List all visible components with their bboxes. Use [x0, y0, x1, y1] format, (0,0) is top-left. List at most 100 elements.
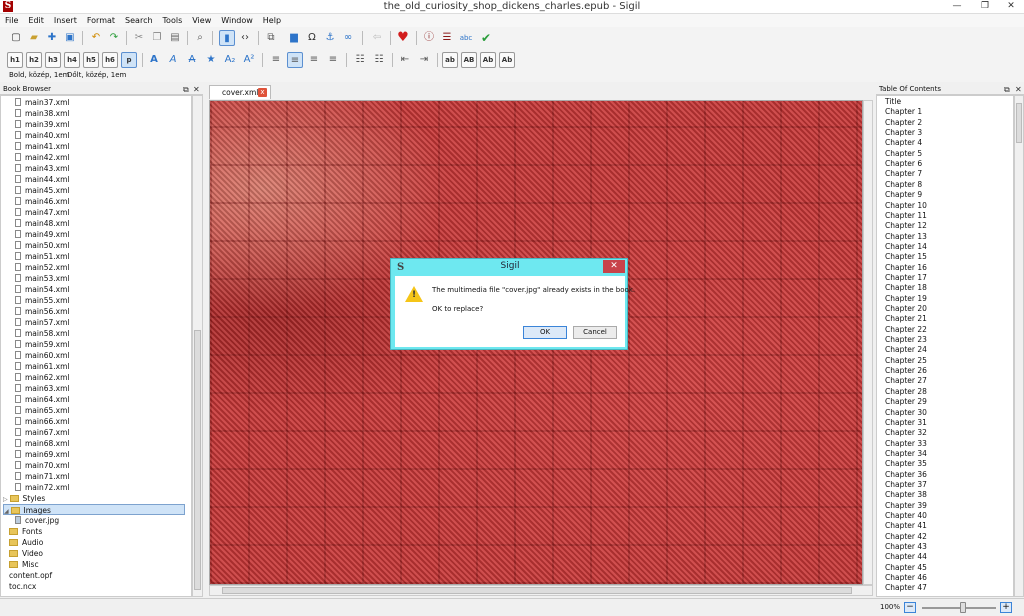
toc-item[interactable]: Chapter 40 — [885, 511, 927, 521]
toc-edit-icon[interactable]: ☰ — [439, 30, 455, 46]
align-left-icon[interactable]: ≡ — [268, 52, 284, 68]
file-row[interactable]: main41.xml — [15, 141, 70, 152]
folder-images[interactable]: ◢ Images — [3, 504, 185, 515]
minimize-button[interactable]: — — [944, 0, 970, 12]
file-row[interactable]: main63.xml — [15, 383, 70, 394]
toc-item[interactable]: Chapter 11 — [885, 211, 927, 221]
folder-styles[interactable]: ▷ Styles — [3, 493, 45, 504]
indent-icon[interactable]: ⇥ — [416, 52, 432, 68]
toc-item[interactable]: Chapter 25 — [885, 356, 927, 366]
close-window-button[interactable]: ✕ — [998, 0, 1024, 12]
file-row[interactable]: main43.xml — [15, 163, 70, 174]
toc-item[interactable]: Chapter 43 — [885, 542, 927, 552]
file-row[interactable]: main58.xml — [15, 328, 70, 339]
toc-item[interactable]: Chapter 33 — [885, 439, 927, 449]
undo-icon[interactable]: ↶ — [88, 30, 104, 46]
menu-file[interactable]: File — [0, 14, 23, 27]
toc-item[interactable]: Chapter 7 — [885, 169, 922, 179]
folder-audio[interactable]: Audio — [9, 537, 43, 548]
capitalize-button[interactable]: Ab — [499, 52, 515, 68]
align-center-icon[interactable]: ≡ — [287, 52, 303, 68]
star-icon[interactable]: ★ — [203, 52, 219, 68]
file-row[interactable]: main51.xml — [15, 251, 70, 262]
toc-item[interactable]: Chapter 14 — [885, 242, 927, 252]
toc-item[interactable]: Chapter 18 — [885, 283, 927, 293]
toc-item[interactable]: Chapter 24 — [885, 345, 927, 355]
viewer-scroll-thumb[interactable] — [222, 587, 852, 594]
toc-item[interactable]: Chapter 22 — [885, 325, 927, 335]
float-panel-icon[interactable]: ⧉ — [1004, 84, 1010, 95]
file-row[interactable]: main47.xml — [15, 207, 70, 218]
bullet-list-icon[interactable]: ☷ — [352, 52, 368, 68]
toc-item[interactable]: Chapter 20 — [885, 304, 927, 314]
book-browser-scroll-thumb[interactable] — [194, 330, 201, 590]
heading-1-button[interactable]: h1 — [7, 52, 23, 68]
open-folder-icon[interactable]: ▰ — [26, 30, 42, 46]
file-row[interactable]: main65.xml — [15, 405, 70, 416]
toc-item[interactable]: Chapter 31 — [885, 418, 927, 428]
toc-item[interactable]: Chapter 19 — [885, 294, 927, 304]
file-row[interactable]: main49.xml — [15, 229, 70, 240]
toc-item[interactable]: Chapter 9 — [885, 190, 922, 200]
paragraph-button[interactable]: p — [121, 52, 137, 68]
toc-item[interactable]: Chapter 29 — [885, 397, 927, 407]
menu-window[interactable]: Window — [216, 14, 258, 27]
menu-view[interactable]: View — [187, 14, 216, 27]
clip-italic[interactable]: Dőlt, közép, 1em — [67, 71, 126, 79]
toc-item[interactable]: Chapter 30 — [885, 408, 927, 418]
toc-scroll-thumb[interactable] — [1016, 103, 1022, 143]
superscript-icon[interactable]: A² — [241, 52, 257, 68]
menu-tools[interactable]: Tools — [158, 14, 188, 27]
toc-item[interactable]: Chapter 16 — [885, 263, 927, 273]
toc-item[interactable]: Chapter 38 — [885, 490, 927, 500]
menu-help[interactable]: Help — [258, 14, 286, 27]
file-row[interactable]: main64.xml — [15, 394, 70, 405]
split-icon[interactable]: ⧉ — [263, 30, 279, 46]
toc-item[interactable]: Chapter 4 — [885, 138, 922, 148]
tab-close-icon[interactable]: x — [258, 88, 267, 97]
menu-edit[interactable]: Edit — [23, 14, 49, 27]
toc-item[interactable]: Chapter 10 — [885, 201, 927, 211]
file-row[interactable]: main54.xml — [15, 284, 70, 295]
file-row[interactable]: main55.xml — [15, 295, 70, 306]
toc-item[interactable]: Chapter 6 — [885, 159, 922, 169]
toc-scrollbar[interactable] — [1014, 95, 1024, 597]
insert-anchor-icon[interactable]: ⚓ — [322, 30, 338, 46]
toc-item[interactable]: Chapter 15 — [885, 252, 927, 262]
bold-icon[interactable]: A — [146, 52, 162, 68]
toc-item[interactable]: Chapter 3 — [885, 128, 922, 138]
donate-heart-icon[interactable]: ♥ — [395, 30, 411, 46]
toc-item[interactable]: Chapter 27 — [885, 376, 927, 386]
toc-item[interactable]: Chapter 41 — [885, 521, 927, 531]
metadata-icon[interactable]: ⓘ — [421, 30, 437, 46]
validate-check-icon[interactable]: ✔ — [478, 30, 494, 46]
file-row[interactable]: main56.xml — [15, 306, 70, 317]
spellcheck-icon[interactable]: abc — [458, 30, 474, 46]
file-row[interactable]: main70.xml — [15, 460, 70, 471]
file-row[interactable]: main39.xml — [15, 119, 70, 130]
tab-cover-xml[interactable]: cover.xml x — [209, 85, 271, 99]
toc-item[interactable]: Chapter 44 — [885, 552, 927, 562]
toc-item[interactable]: Chapter 2 — [885, 118, 922, 128]
align-justify-icon[interactable]: ≡ — [325, 52, 341, 68]
numbered-list-icon[interactable]: ☷ — [371, 52, 387, 68]
new-file-icon[interactable]: ▢ — [8, 30, 24, 46]
file-row[interactable]: main53.xml — [15, 273, 70, 284]
cancel-button[interactable]: Cancel — [573, 326, 617, 339]
toc-item[interactable]: Chapter 12 — [885, 221, 927, 231]
float-panel-icon[interactable]: ⧉ — [183, 84, 189, 95]
file-row[interactable]: main45.xml — [15, 185, 70, 196]
file-row[interactable]: main40.xml — [15, 130, 70, 141]
zoom-out-button[interactable]: − — [904, 602, 916, 613]
align-right-icon[interactable]: ≡ — [306, 52, 322, 68]
file-row[interactable]: main42.xml — [15, 152, 70, 163]
back-arrow-icon[interactable]: ⇦ — [369, 30, 385, 46]
toc-item[interactable]: Chapter 21 — [885, 314, 927, 324]
file-row[interactable]: main50.xml — [15, 240, 70, 251]
folder-fonts[interactable]: Fonts — [9, 526, 42, 537]
file-content-opf[interactable]: content.opf — [9, 570, 52, 581]
toc-item[interactable]: Chapter 26 — [885, 366, 927, 376]
heading-5-button[interactable]: h5 — [83, 52, 99, 68]
close-panel-icon[interactable]: ✕ — [193, 84, 200, 95]
file-row[interactable]: main44.xml — [15, 174, 70, 185]
